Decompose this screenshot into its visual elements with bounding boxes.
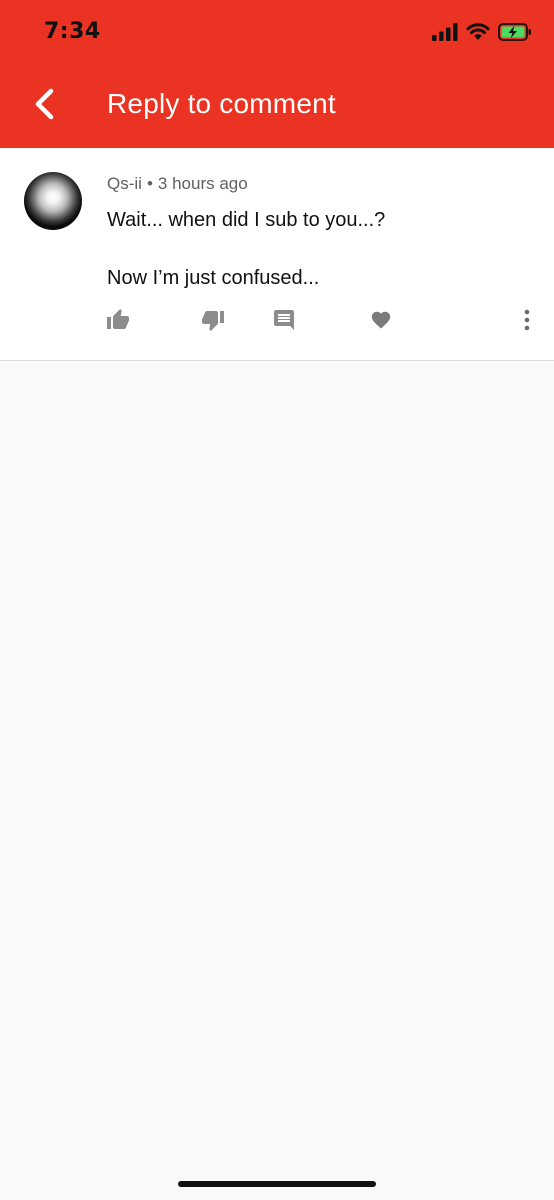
cellular-signal-icon [432,22,458,46]
chevron-left-icon [33,87,55,126]
battery-charging-icon [498,22,532,46]
meta-separator: • [146,174,153,193]
thumbs-up-icon [105,308,131,337]
more-vert-icon [524,309,530,336]
avatar[interactable] [24,172,82,230]
back-button[interactable] [24,84,64,128]
more-options-button[interactable] [513,308,541,336]
heart-icon [369,309,393,336]
reply-button[interactable] [270,308,298,336]
status-time: 7:34 [44,19,101,44]
thumbs-down-icon [200,308,226,337]
home-indicator[interactable] [178,1181,376,1187]
reply-icon [272,308,296,337]
comment-text: Wait... when did I sub to you...? Now I’… [107,206,527,293]
status-icons [432,22,532,46]
dislike-button[interactable] [199,308,227,336]
comment-timestamp: 3 hours ago [157,174,248,193]
comment-line: Wait... when did I sub to you...? [107,209,386,231]
app-header: 7:34 Reply to comment [0,0,554,148]
comment-line: Now I’m just confused... [107,267,320,289]
like-button[interactable] [104,308,132,336]
comment-author[interactable]: Qs-ii [107,174,142,193]
comment-meta: Qs-ii • 3 hours ago [107,174,248,194]
comment-card: Qs-ii • 3 hours ago Wait... when did I sub… [0,148,554,361]
wifi-icon [466,22,490,46]
heart-button[interactable] [367,308,395,336]
page-title: Reply to comment [107,88,336,119]
